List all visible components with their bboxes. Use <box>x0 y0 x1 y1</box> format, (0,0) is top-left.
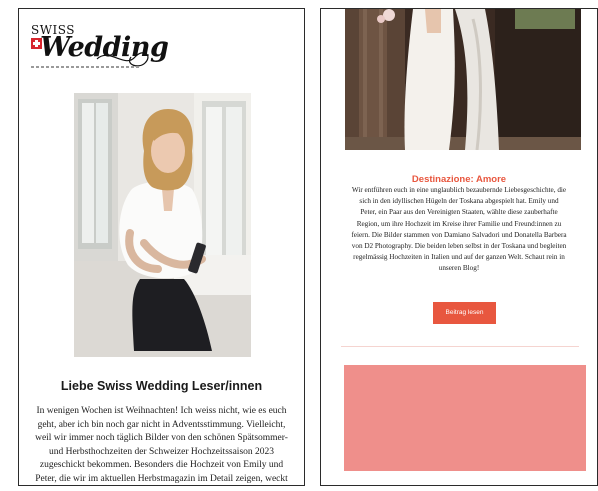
greeting-heading: Liebe Swiss Wedding Leser/innen <box>60 379 263 393</box>
intro-paragraph: In wenigen Wochen ist Weihnachten! Ich w… <box>35 406 288 484</box>
section-divider <box>341 346 579 347</box>
wedding-hero-photo <box>345 9 581 150</box>
swiss-wedding-logo[interactable]: SWISS Wedding <box>31 23 169 73</box>
article-title: Destinazione: Amore <box>411 174 507 185</box>
newsletter-right-panel: Destinazione: Amore Wir entführen euch i… <box>320 8 598 486</box>
logo-tagline <box>31 66 141 68</box>
article-body: Wir entführen euch in eine unglaublich b… <box>351 186 567 273</box>
promo-banner[interactable] <box>344 365 586 471</box>
editor-portrait-photo <box>74 93 251 357</box>
newsletter-left-panel: SWISS Wedding Liebe Swiss Wedding Leser/… <box>18 8 305 486</box>
read-article-button[interactable]: Beitrag lesen <box>433 302 496 324</box>
